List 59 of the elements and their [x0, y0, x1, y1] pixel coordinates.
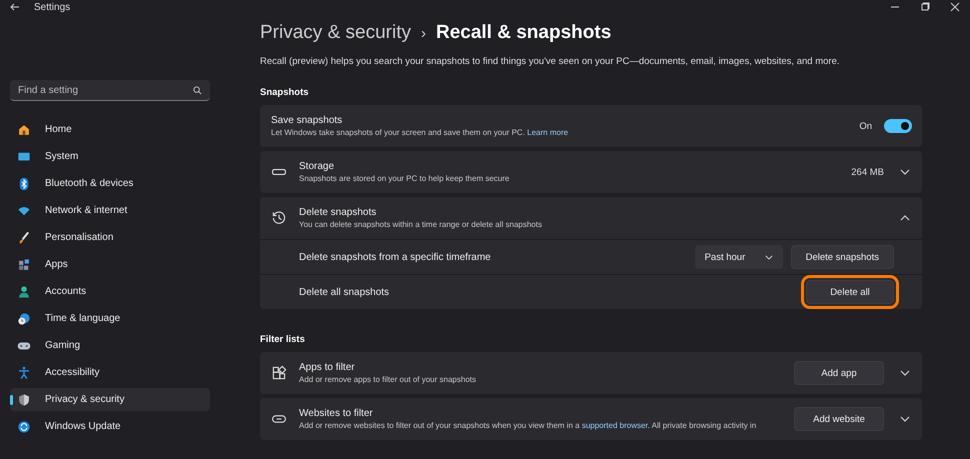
option-label: Delete all snapshots	[299, 286, 390, 298]
back-icon[interactable]	[10, 2, 20, 12]
sidebar-item[interactable]: Home	[10, 118, 210, 141]
setting-description: Let Windows take snapshots of your screen and save them on your PC. Learn more	[271, 128, 570, 137]
page-description: Recall (preview) helps you search your snapshots to find things you've seen on your PC—documents, email, images, websites, and more.	[260, 56, 840, 67]
sidebar-item[interactable]: Privacy & security	[10, 388, 210, 411]
brush-icon	[17, 230, 31, 244]
sidebar-item[interactable]: Bluetooth & devices	[10, 172, 210, 195]
section-heading: Snapshots	[260, 87, 310, 98]
link[interactable]: Learn more	[527, 128, 568, 137]
setting-title: Delete snapshots	[299, 207, 378, 218]
setting-title: Apps to filter	[299, 362, 356, 373]
setting-description: You can delete snapshots within a time range or delete all snapshots	[299, 220, 543, 229]
breadcrumb-link[interactable]: Privacy & security	[260, 22, 411, 44]
sidebar-item[interactable]: Windows Update	[10, 415, 210, 438]
page-title: Recall & snapshots	[436, 22, 612, 44]
sidebar-item[interactable]: Network & internet	[10, 199, 210, 222]
timeframe-dropdown[interactable]: Past hour	[694, 245, 783, 269]
link[interactable]: supported browser	[582, 421, 648, 430]
setting-title: Save snapshots	[271, 115, 344, 126]
breadcrumb-separator: ›	[420, 24, 426, 42]
chevron-icon[interactable]	[900, 169, 910, 175]
chevron-icon[interactable]	[900, 370, 910, 376]
setting-description: Add or remove websites to filter out of your snapshots when you view them in a supported browser. All private browsing activity in	[299, 421, 758, 430]
sidebar-item[interactable]: Accounts	[10, 280, 210, 303]
chevron-icon[interactable]	[900, 215, 910, 221]
storage-value: 264 MB	[851, 166, 884, 178]
apps-icon	[17, 258, 31, 272]
option-label: Delete snapshots from a specific timeframe	[299, 252, 492, 262]
sync-icon	[17, 420, 31, 434]
sidebar-item[interactable]: Personalisation	[10, 226, 210, 249]
section-heading: Filter lists	[260, 334, 306, 345]
chevron-icon[interactable]	[900, 416, 910, 422]
toggle-switch[interactable]	[884, 119, 912, 133]
accessibility-icon	[17, 366, 31, 380]
setting-description: Snapshots are stored on your PC to help keep them secure	[299, 174, 510, 183]
search-field[interactable]: Find a setting	[10, 80, 210, 101]
setting-title: Storage	[299, 161, 336, 172]
search-icon	[193, 86, 202, 95]
setting-title: Websites to filter	[299, 408, 374, 419]
add-button[interactable]: Add website	[794, 407, 884, 431]
delete-button[interactable]: Delete snapshots	[790, 245, 894, 269]
sidebar-item[interactable]: Gaming	[10, 334, 210, 357]
apps-icon	[271, 365, 287, 381]
setting-description: Add or remove apps to filter out of your snapshots	[299, 375, 477, 384]
chevron-icon	[764, 254, 773, 260]
sidebar-item[interactable]: Accessibility	[10, 361, 210, 384]
sidebar-item[interactable]: Time & language	[10, 307, 210, 330]
window-title: Settings	[34, 2, 70, 12]
person-icon	[17, 284, 31, 298]
shield-icon	[17, 392, 31, 406]
add-button[interactable]: Add app	[794, 361, 884, 385]
home-icon	[17, 122, 31, 136]
toggle-state-label: On	[859, 120, 872, 132]
globe-clock-icon	[17, 312, 31, 326]
sidebar-item[interactable]: Apps	[10, 253, 210, 276]
sidebar-item[interactable]: System	[10, 145, 210, 168]
bluetooth-icon	[17, 176, 31, 190]
history-icon	[271, 210, 287, 226]
